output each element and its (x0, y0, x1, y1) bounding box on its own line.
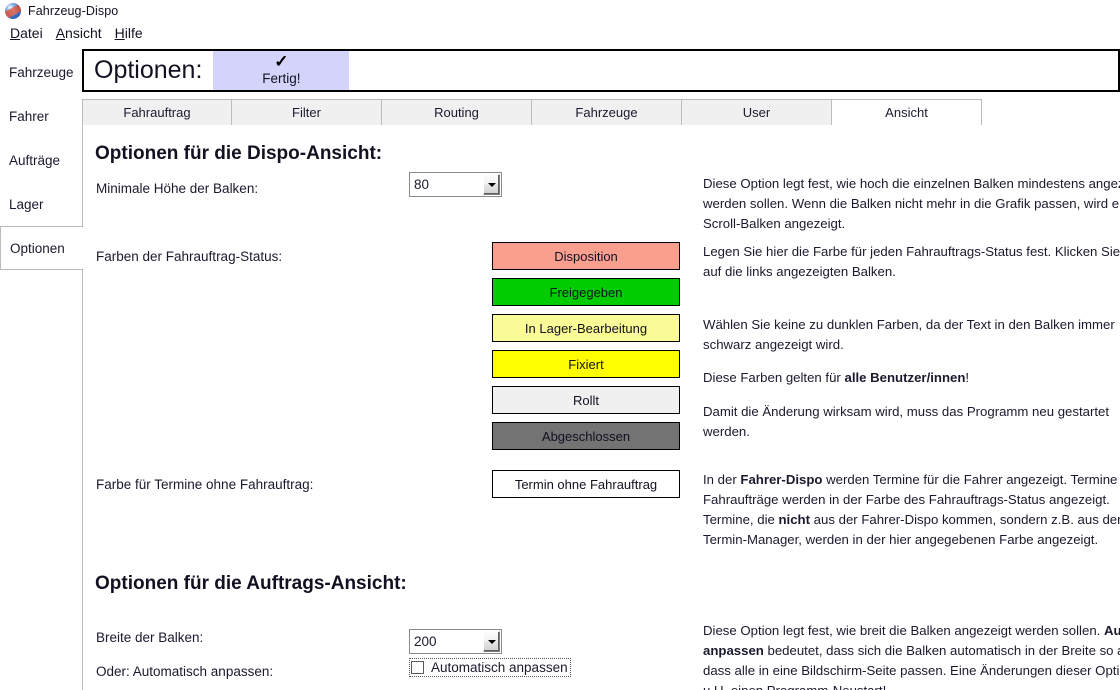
help-3-bold: alle Benutzer/innen (844, 370, 966, 385)
auto-adjust-checkbox-row[interactable]: Automatisch anpassen (409, 658, 571, 677)
status-color-label: Disposition (554, 248, 618, 264)
options-header-panel: Optionen: ✓ Fertig! (82, 49, 1120, 92)
termin-color-button[interactable]: Termin ohne Fahrauftrag (492, 470, 680, 498)
sidebar-item-auftraege[interactable]: Aufträge (0, 138, 82, 182)
status-colors-label: Farben der Fahrauftrag-Status: (96, 249, 283, 264)
tab-label: Fahrzeuge (575, 105, 638, 120)
status-color-label: Fixiert (568, 356, 604, 372)
tab-strip: Fahrauftrag Filter Routing Fahrzeuge Use… (82, 99, 1120, 126)
menu-item-datei[interactable]: DDateiatei (6, 24, 52, 42)
tab-fahrzeuge[interactable]: Fahrzeuge (532, 99, 682, 126)
status-color-freigegeben[interactable]: Freigegeben (492, 278, 680, 306)
status-color-label: In Lager-Bearbeitung (524, 320, 648, 336)
menu-item-hilfe[interactable]: Hilfe (111, 24, 152, 42)
done-button[interactable]: ✓ Fertig! (213, 51, 350, 90)
min-height-label: Minimale Höhe der Balken: (96, 181, 259, 196)
tab-ansicht[interactable]: Ansicht (832, 99, 982, 126)
tab-routing[interactable]: Routing (382, 99, 532, 126)
bar-width-combo[interactable]: 200 (409, 629, 502, 654)
sidebar-item-fahrzeuge[interactable]: Fahrzeuge (0, 50, 82, 94)
status-colors-help-2: Wählen Sie keine zu dunklen Farben, da d… (703, 317, 1115, 352)
status-color-label: Abgeschlossen (541, 428, 631, 444)
auto-adjust-label: Oder: Automatisch anpassen: (96, 664, 274, 679)
status-color-disposition[interactable]: Disposition (492, 242, 680, 270)
help-3-pre: Diese Farben gelten für (703, 370, 845, 385)
sidebar-item-label: Aufträge (9, 152, 61, 168)
termin-color-help: In der Fahrer-Dispo werden Termine für d… (703, 470, 1120, 550)
status-color-fixiert[interactable]: Fixiert (492, 350, 680, 378)
sidebar-tabs: Fahrzeuge Fahrer Aufträge Lager Optionen (0, 44, 83, 690)
chevron-down-icon[interactable] (483, 631, 500, 652)
tab-label: Ansicht (885, 105, 928, 120)
sidebar-item-label: Fahrzeuge (9, 64, 74, 80)
help-3-post: ! (965, 370, 970, 385)
dispo-section-title: Optionen für die Dispo-Ansicht: (95, 143, 383, 164)
termin-help-pre: In der (703, 472, 741, 487)
tab-label: Routing (434, 105, 479, 120)
done-button-label: Fertig! (262, 71, 301, 86)
status-colors-help-4: Damit die Änderung wirksam wird, muss da… (703, 404, 1110, 439)
tab-label: User (742, 105, 771, 120)
min-height-combo[interactable]: 80 (409, 172, 502, 197)
auto-adjust-checkbox[interactable] (411, 661, 424, 674)
bar-width-label: Breite der Balken: (96, 630, 204, 645)
workspace: Fahrzeuge Fahrer Aufträge Lager Optionen… (0, 44, 1120, 690)
tab-label: Filter (292, 105, 321, 120)
status-color-rollt[interactable]: Rollt (492, 386, 680, 414)
tab-page-ansicht: Optionen für die Dispo-Ansicht: Minimale… (82, 125, 1120, 690)
sidebar-item-label: Optionen (10, 240, 65, 256)
status-colors-help-1: Legen Sie hier die Farbe für jeden Fahra… (703, 244, 1120, 279)
tab-label: Fahrauftrag (123, 105, 191, 120)
termin-help-bold-2: nicht (778, 512, 811, 527)
auftrag-help: Diese Option legt fest, wie breit die Ba… (703, 621, 1120, 690)
termin-color-label: Farbe für Termine ohne Fahrauftrag: (96, 477, 314, 492)
auftrag-section-title: Optionen für die Auftrags-Ansicht: (95, 573, 407, 594)
status-color-label: Rollt (572, 392, 599, 408)
checkmark-icon: ✓ (274, 52, 289, 71)
sidebar-item-label: Lager (9, 196, 44, 212)
status-color-in-lager-bearbeitung[interactable]: In Lager-Bearbeitung (492, 314, 680, 342)
window-title: Fahrzeug-Dispo (28, 4, 119, 18)
sidebar-item-lager[interactable]: Lager (0, 182, 82, 226)
auftrag-help-pre: Diese Option legt fest, wie breit die Ba… (703, 623, 1104, 638)
auftrag-help-post: bedeutet, dass sich die Balken automatis… (703, 643, 1120, 690)
content-area: Optionen: ✓ Fertig! Fahrauftrag Filter R… (82, 44, 1120, 690)
menubar: DDateiatei Ansicht Hilfe (0, 22, 1120, 44)
status-color-label: Freigegeben (549, 284, 623, 300)
chevron-down-icon[interactable] (483, 174, 500, 195)
app-globe-icon (5, 3, 21, 19)
tab-filter[interactable]: Filter (232, 99, 382, 126)
sidebar-item-fahrer[interactable]: Fahrer (0, 94, 82, 138)
tab-strip-filler (982, 99, 1120, 126)
status-color-abgeschlossen[interactable]: Abgeschlossen (492, 422, 680, 450)
status-colors-help-3: Diese Farben gelten für alle Benutzer/in… (703, 368, 1120, 388)
sidebar-item-label: Fahrer (9, 108, 49, 124)
tab-user[interactable]: User (682, 99, 832, 126)
termin-color-button-label: Termin ohne Fahrauftrag (514, 476, 658, 492)
page-title: Optionen: (94, 56, 203, 84)
window-titlebar: Fahrzeug-Dispo (0, 0, 1120, 22)
termin-help-bold-1: Fahrer-Dispo (740, 472, 823, 487)
auto-adjust-checkbox-label: Automatisch anpassen (431, 660, 568, 675)
tab-fahrauftrag[interactable]: Fahrauftrag (82, 99, 232, 126)
min-height-help: Diese Option legt fest, wie hoch die ein… (703, 176, 1120, 231)
sidebar-item-optionen[interactable]: Optionen (0, 226, 83, 270)
min-height-value: 80 (414, 177, 430, 192)
bar-width-value: 200 (414, 634, 437, 649)
menu-item-ansicht[interactable]: Ansicht (52, 24, 111, 42)
